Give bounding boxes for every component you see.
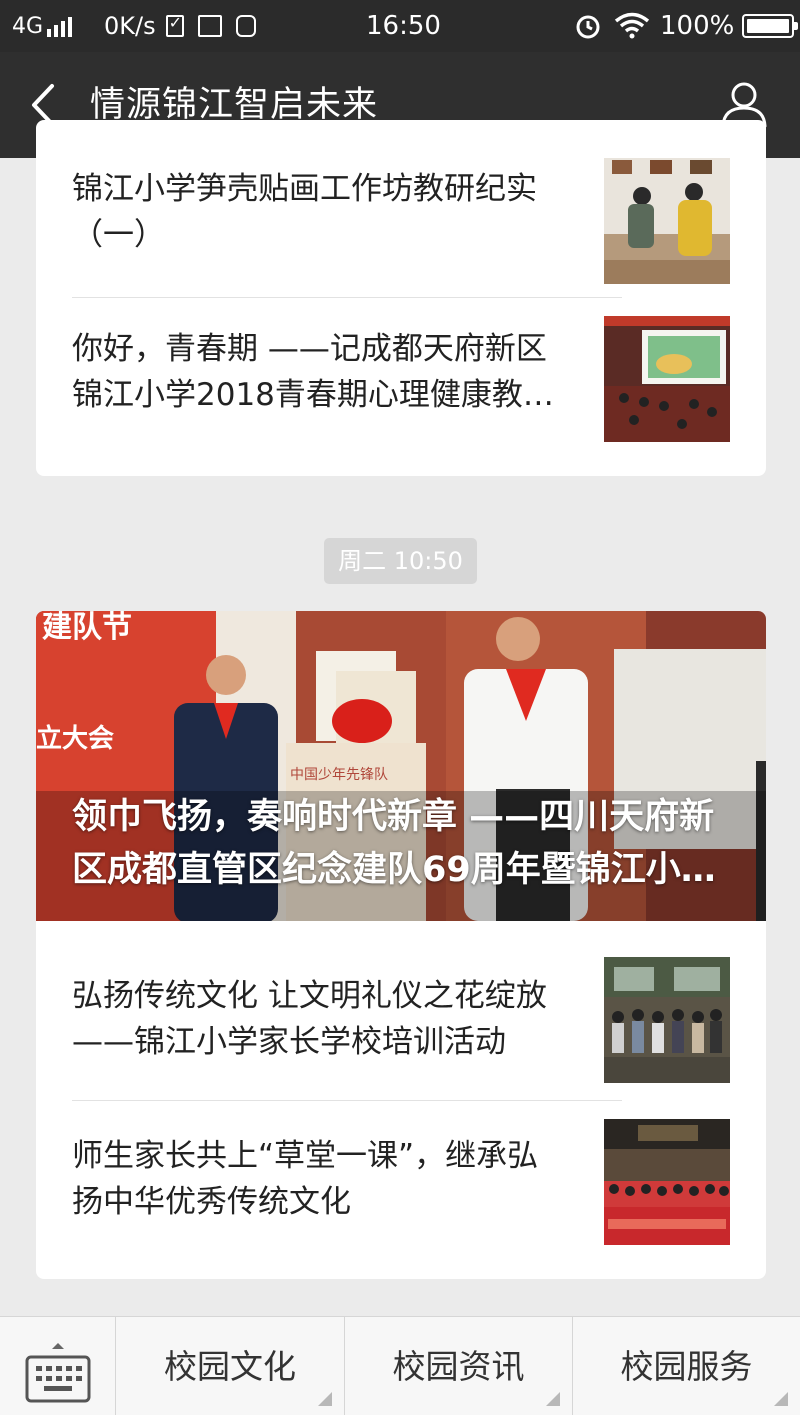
menu-label: 校园服务 — [620, 1347, 753, 1386]
article-thumbnail[interactable] — [604, 316, 730, 442]
clipboard-check-icon — [165, 13, 184, 37]
article-row[interactable]: 师生家长共上“草堂一课”，继承弘扬中华优秀传统文化 — [36, 1119, 766, 1259]
submenu-indicator-icon — [318, 1392, 332, 1406]
status-bar: 4G 0K/s 16:50 100% — [0, 0, 800, 52]
network-type: 4G — [12, 13, 44, 39]
network-indicator: 4G — [12, 0, 73, 52]
keyboard-toggle-button[interactable] — [0, 1317, 116, 1415]
article-group-card: 锦江小学笋壳贴画工作坊教研纪实（一） 你好，青春期 ——记成都天府新区锦江小学2… — [36, 120, 766, 476]
hero-article[interactable]: 建队节 立大会 中国少年先锋队 领巾飞扬，奏响时代新章 ——四川天府新区成都直管… — [36, 611, 766, 921]
article-group-card: 建队节 立大会 中国少年先锋队 领巾飞扬，奏响时代新章 ——四川天府新区成都直管… — [36, 611, 766, 1279]
menu-label: 校园文化 — [164, 1347, 296, 1386]
divider — [72, 1100, 622, 1101]
menu-label: 校园资讯 — [392, 1347, 525, 1386]
alarm-icon — [576, 15, 600, 39]
article-title[interactable]: 弘扬传统文化 让文明礼仪之花绽放——锦江小学家长学校培训活动 — [72, 973, 564, 1065]
submenu-indicator-icon — [546, 1392, 560, 1406]
clock: 16:50 — [366, 11, 441, 41]
menu-campus-service[interactable]: 校园服务 — [573, 1317, 800, 1415]
divider — [72, 297, 622, 298]
article-thumbnail[interactable] — [604, 957, 730, 1083]
article-title[interactable]: 锦江小学笋壳贴画工作坊教研纪实（一） — [72, 166, 564, 258]
plaque-text: 中国少年先锋队 — [290, 767, 388, 783]
timestamp-pill: 周二 10:50 — [324, 538, 477, 584]
article-title[interactable]: 师生家长共上“草堂一课”，继承弘扬中华优秀传统文化 — [72, 1133, 564, 1225]
battery-percent: 100% — [660, 11, 735, 41]
article-row[interactable]: 你好，青春期 ——记成都天府新区锦江小学2018青春期心理健康教育讲座 — [36, 316, 766, 456]
signal-icon — [47, 15, 73, 37]
battery-icon — [742, 14, 799, 38]
article-row[interactable]: 锦江小学笋壳贴画工作坊教研纪实（一） — [36, 158, 766, 298]
storage-icon — [235, 15, 256, 37]
submenu-indicator-icon — [774, 1392, 788, 1406]
wifi-icon — [614, 12, 650, 39]
menu-campus-culture[interactable]: 校园文化 — [116, 1317, 345, 1415]
screenshot-icon — [197, 15, 222, 37]
banner-text: 建队节 — [42, 611, 132, 645]
net-speed: 0K/s — [104, 12, 156, 40]
article-thumbnail[interactable] — [604, 158, 730, 284]
bottom-menu: 校园文化 校园资讯 校园服务 — [0, 1316, 800, 1415]
banner-text: 立大会 — [36, 723, 114, 754]
keyboard-icon — [25, 1343, 91, 1403]
article-title[interactable]: 你好，青春期 ——记成都天府新区锦江小学2018青春期心理健康教育讲座 — [72, 326, 564, 418]
net-speed-group: 0K/s — [104, 0, 256, 52]
menu-campus-news[interactable]: 校园资讯 — [345, 1317, 573, 1415]
article-thumbnail[interactable] — [604, 1119, 730, 1245]
status-right: 100% — [574, 0, 799, 52]
article-row[interactable]: 弘扬传统文化 让文明礼仪之花绽放——锦江小学家长学校培训活动 — [36, 957, 766, 1097]
hero-title[interactable]: 领巾飞扬，奏响时代新章 ——四川天府新区成都直管区纪念建队69周年暨锦江小学少先… — [72, 791, 742, 897]
